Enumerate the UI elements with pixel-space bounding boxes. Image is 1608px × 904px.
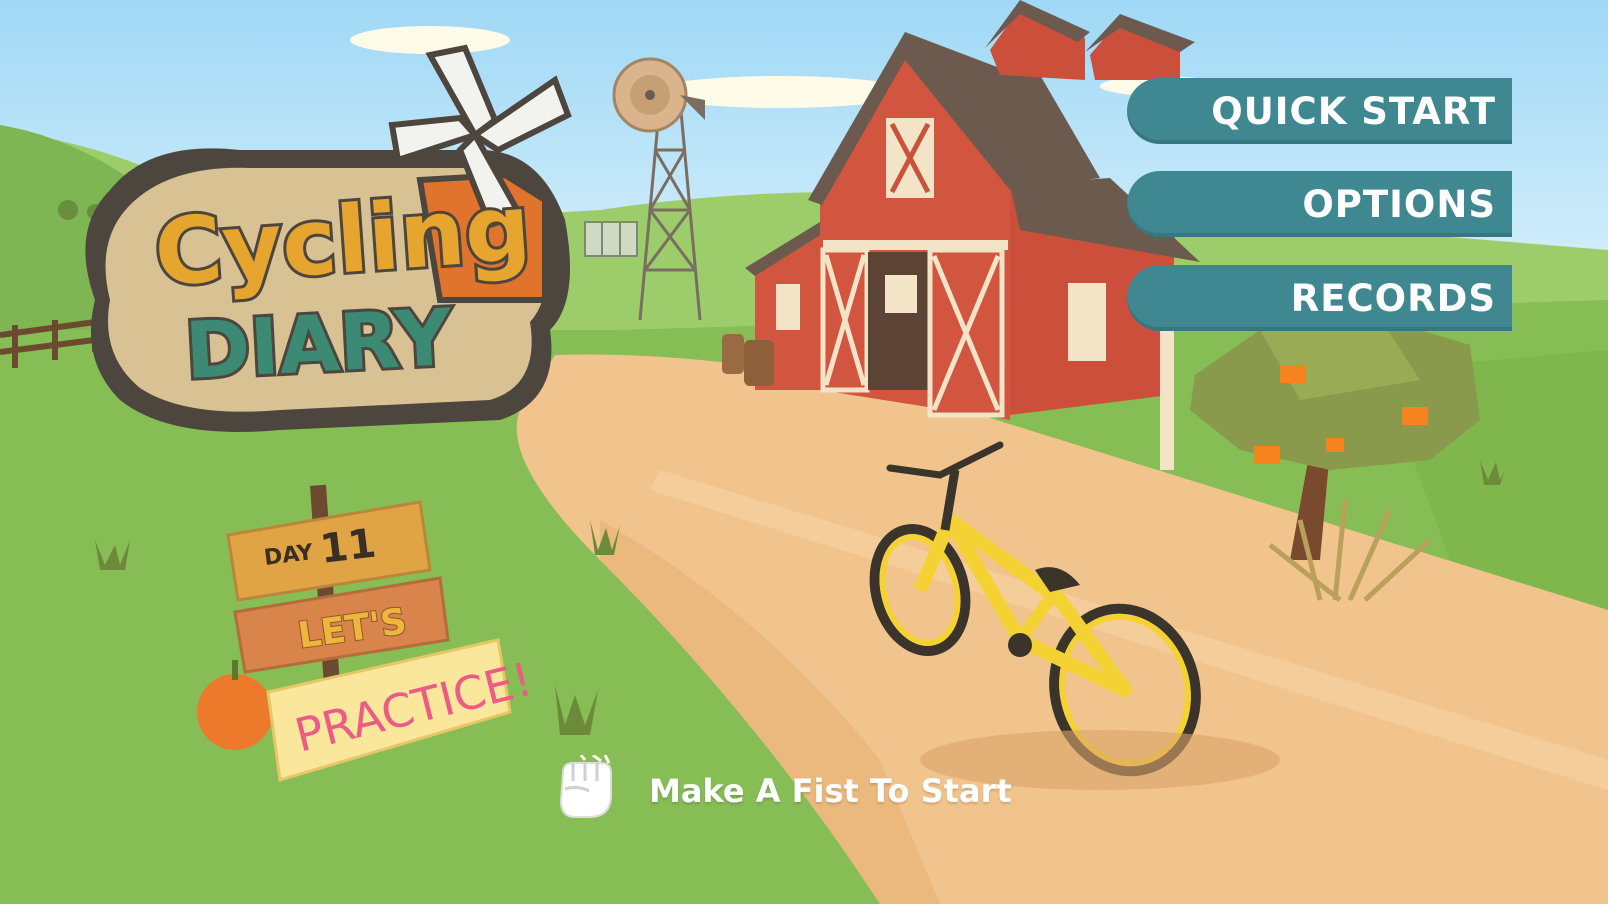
options-button[interactable]: OPTIONS	[1127, 171, 1512, 237]
fist-icon	[555, 753, 617, 827]
start-prompt-text: Make A Fist To Start	[649, 772, 1012, 810]
start-prompt: Make A Fist To Start	[555, 753, 1012, 827]
greenhouse	[584, 221, 638, 257]
quick-start-button[interactable]: QUICK START	[1127, 78, 1512, 144]
options-label: OPTIONS	[1302, 182, 1496, 226]
records-label: RECORDS	[1290, 276, 1496, 320]
sign-day-number: 11	[318, 520, 379, 572]
records-button[interactable]: RECORDS	[1127, 265, 1512, 331]
logo-title-line2: DIARY	[183, 293, 455, 397]
quick-start-label: QUICK START	[1211, 89, 1496, 133]
